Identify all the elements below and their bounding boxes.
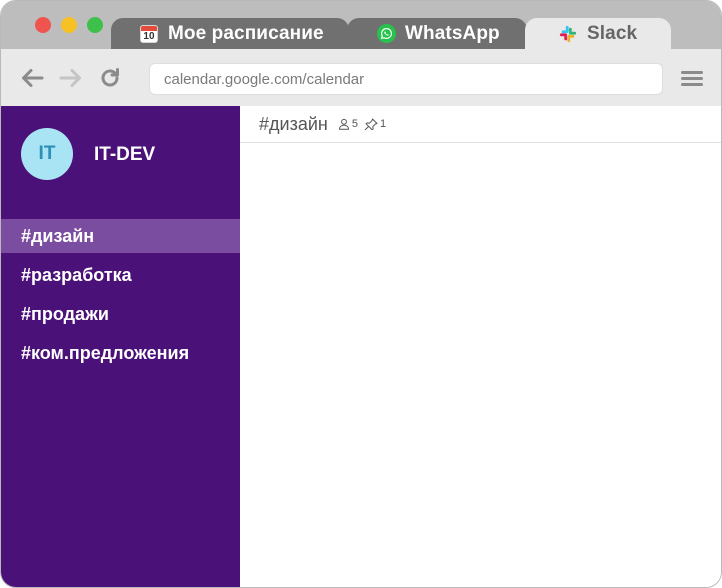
sidebar-channel-sales[interactable]: #продажи	[1, 297, 240, 331]
pinned-stat[interactable]: 1	[364, 118, 386, 130]
hamburger-menu-icon[interactable]	[681, 71, 703, 87]
forward-arrow-icon[interactable]	[58, 67, 84, 89]
reload-icon[interactable]	[97, 67, 123, 89]
tab-label: WhatsApp	[405, 22, 500, 44]
tab-calendar[interactable]: 10 Мое расписание	[111, 18, 349, 49]
browser-toolbar: calendar.google.com/calendar	[1, 49, 721, 106]
tab-label: Slack	[587, 22, 638, 44]
calendar-icon: 10	[139, 24, 159, 44]
sidebar-channel-proposals[interactable]: #ком.предложения	[1, 336, 240, 370]
calendar-icon-day: 10	[143, 30, 155, 42]
tab-strip: 10 Мое расписание WhatsApp Slack	[1, 1, 721, 49]
channel-header: #дизайн 5 1	[240, 106, 721, 143]
pinned-count: 1	[379, 118, 387, 130]
workspace-name[interactable]: IT-DEV	[94, 144, 155, 166]
tab-label: Мое расписание	[168, 22, 324, 44]
sidebar-channel-development[interactable]: #разработка	[1, 258, 240, 292]
tab-whatsapp[interactable]: WhatsApp	[347, 18, 527, 49]
sidebar-channel-design[interactable]: #дизайн	[1, 219, 240, 253]
workspace-avatar[interactable]: IT	[21, 128, 73, 180]
tab-slack[interactable]: Slack	[525, 18, 671, 49]
whatsapp-icon	[376, 24, 396, 44]
channel-title[interactable]: #дизайн	[259, 114, 328, 135]
members-stat[interactable]: 5	[338, 118, 358, 130]
members-count: 5	[351, 118, 358, 130]
workspace-sidebar: IT IT-DEV #дизайн #разработка #продажи #…	[1, 106, 240, 587]
address-bar[interactable]: calendar.google.com/calendar	[149, 63, 663, 95]
pin-icon	[364, 118, 378, 130]
back-arrow-icon[interactable]	[19, 67, 45, 89]
browser-window: 10 Мое расписание WhatsApp Slack calenda…	[0, 0, 722, 588]
minimize-window-button[interactable]	[61, 17, 77, 33]
member-icon	[338, 118, 349, 130]
address-bar-url: calendar.google.com/calendar	[164, 70, 365, 88]
close-window-button[interactable]	[35, 17, 51, 33]
maximize-window-button[interactable]	[87, 17, 103, 33]
slack-icon	[558, 24, 578, 44]
channel-view: #дизайн 5 1	[240, 106, 721, 587]
